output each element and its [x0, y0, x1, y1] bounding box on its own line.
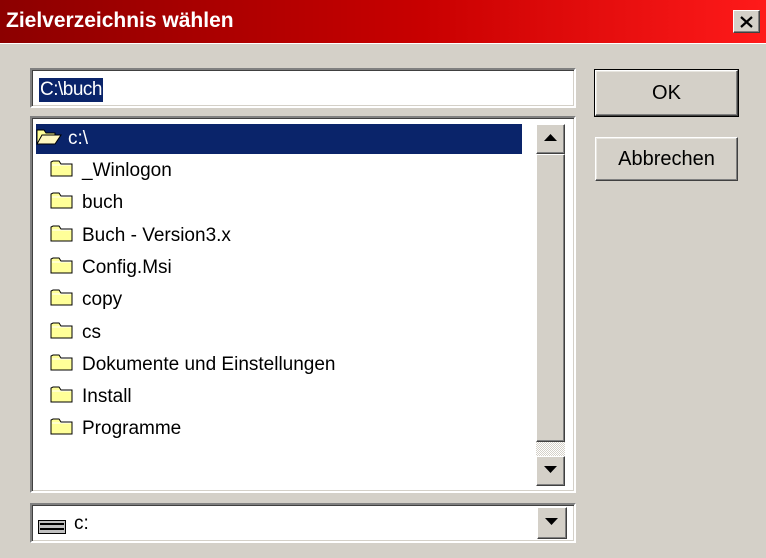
scroll-up-button[interactable] [536, 124, 565, 154]
folder-icon [50, 255, 76, 281]
folder-icon [50, 320, 76, 346]
close-icon [740, 15, 753, 28]
folder-icon [50, 352, 76, 378]
list-item-label: Buch - Version3.x [82, 224, 231, 246]
open-folder-icon [36, 126, 62, 152]
scroll-thumb[interactable] [536, 154, 565, 442]
list-item[interactable]: Install [50, 382, 132, 412]
list-item[interactable]: _Winlogon [50, 156, 172, 186]
list-item-label: Install [82, 386, 132, 408]
folder-icon [50, 416, 76, 442]
list-item-root[interactable]: c:\ [36, 124, 522, 154]
drive-select-value: c: [74, 513, 89, 534]
cancel-button[interactable]: Abbrechen [595, 137, 738, 181]
list-item-label: cs [82, 321, 101, 343]
list-item[interactable]: buch [50, 188, 123, 218]
folder-icon [50, 158, 76, 184]
arrow-up-icon [544, 134, 557, 141]
list-item-label: Config.Msi [82, 256, 172, 278]
list-item-label: Dokumente und Einstellungen [82, 353, 336, 375]
folder-icon [50, 223, 76, 249]
list-item-label: copy [82, 289, 123, 311]
list-item-label: Programme [82, 418, 182, 440]
path-input-value[interactable]: C:\buch [39, 78, 103, 102]
list-item[interactable]: Dokumente und Einstellungen [50, 350, 336, 380]
list-item-label: buch [82, 192, 124, 214]
list-item[interactable]: copy [50, 285, 122, 315]
window-title: Zielverzeichnis wählen [6, 9, 234, 32]
folder-icon [50, 287, 76, 313]
drive-icon [38, 517, 66, 540]
chevron-down-icon [545, 518, 558, 525]
folder-list[interactable]: c:\ _Winlogonbuch Buch - Version3.x Config… [30, 116, 576, 493]
list-item-label: c:\ [68, 128, 89, 149]
list-item[interactable]: Buch - Version3.x [50, 221, 231, 251]
folder-icon [50, 384, 76, 410]
folder-icon [50, 190, 76, 216]
list-item-label: _Winlogon [82, 160, 172, 181]
list-item[interactable]: Config.Msi [50, 253, 172, 283]
path-input[interactable]: C:\buch [30, 68, 576, 108]
dropdown-button[interactable] [537, 507, 567, 539]
list-item[interactable]: cs [50, 318, 101, 348]
title-bar[interactable]: Zielverzeichnis wählen [0, 0, 766, 44]
ok-button[interactable]: OK [594, 69, 739, 117]
vertical-scrollbar[interactable] [536, 124, 565, 486]
scroll-down-button[interactable] [536, 456, 565, 486]
list-item[interactable]: Programme [50, 414, 181, 444]
close-button[interactable] [733, 10, 760, 33]
drive-select[interactable]: c: [30, 503, 576, 543]
arrow-down-icon [544, 466, 557, 473]
